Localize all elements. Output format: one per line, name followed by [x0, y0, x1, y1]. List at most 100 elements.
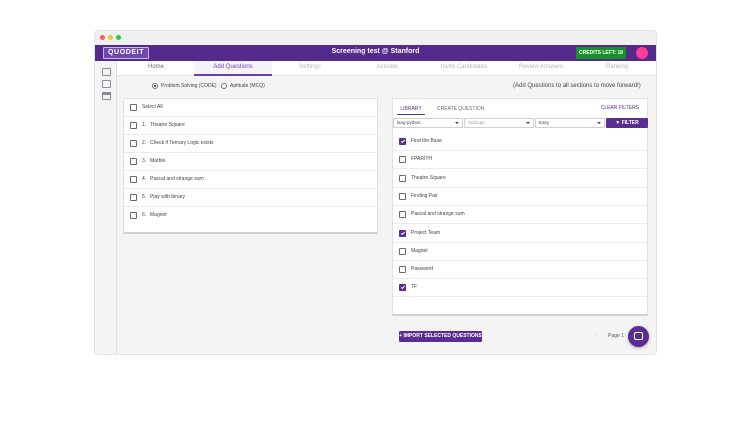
- tab-home[interactable]: Home: [117, 61, 195, 76]
- item-checkbox[interactable]: [130, 212, 137, 219]
- tab-create-question[interactable]: CREATE QUESTION: [437, 103, 484, 115]
- item-checkbox[interactable]: [130, 140, 137, 147]
- sidebar: [95, 61, 117, 354]
- list-item: 1. Theatre Square: [124, 117, 377, 135]
- maximize-window-icon[interactable]: [116, 35, 121, 40]
- library-list-item: Magnet: [393, 243, 647, 261]
- library-icon[interactable]: [102, 80, 111, 88]
- library-item-title: Magnet: [411, 247, 428, 254]
- library-item-title: Pascal and strange sum: [411, 211, 465, 218]
- item-checkbox[interactable]: [130, 194, 137, 201]
- item-checkbox[interactable]: [130, 158, 137, 165]
- filter-button[interactable]: ▼ FILTER: [606, 118, 648, 128]
- library-item-title: Project Team: [411, 229, 441, 236]
- chat-icon: [634, 332, 643, 340]
- item-number: 4.: [142, 176, 147, 182]
- item-number: 6.: [142, 212, 147, 218]
- radio-aptitude[interactable]: [221, 83, 227, 89]
- filter-icon: ▼: [615, 120, 621, 126]
- library-item-checkbox[interactable]: [399, 174, 406, 182]
- chevron-down-icon: [597, 122, 601, 124]
- subtopic-select-placeholder: Subtopic: [468, 120, 486, 125]
- library-list-item: Pascal and strange sum: [393, 206, 647, 225]
- close-window-icon[interactable]: [100, 35, 105, 40]
- library-item-checkbox[interactable]: [399, 284, 406, 292]
- difficulty-select-value: Easy: [539, 120, 550, 125]
- radio-aptitude-label: Aptitude (MCQ): [230, 83, 265, 89]
- select-all-label: Select All: [142, 104, 163, 110]
- chevron-down-icon: [455, 122, 459, 124]
- minimize-window-icon[interactable]: [108, 35, 113, 40]
- library-item-checkbox[interactable]: [399, 229, 406, 237]
- item-title: Check if Ternary Logic exists: [150, 140, 214, 146]
- library-item-title: Find the Base: [411, 138, 442, 144]
- library-item-title: Password: [411, 266, 433, 273]
- item-number: 3.: [142, 158, 147, 164]
- library-item-title: Finding Pair: [411, 192, 438, 199]
- library-panel: LIBRARY CREATE QUESTION CLEAR FILTERS la…: [392, 98, 648, 342]
- add-icon: +: [399, 333, 403, 339]
- item-title: Magnet: [150, 212, 167, 218]
- list-item: 2. Check if Ternary Logic exists: [124, 135, 377, 153]
- selected-questions-panel: Select All 1. Theatre Square 2. Check if…: [123, 98, 378, 234]
- library-item-checkbox[interactable]: [399, 138, 406, 145]
- tab-add-questions[interactable]: Add Questions: [194, 61, 272, 76]
- library-item-title: Theatre Square: [411, 174, 446, 181]
- item-number: 5.: [142, 194, 147, 200]
- tab-invite-candidates[interactable]: Invite Candidates: [425, 61, 503, 76]
- library-list-item: TF: [393, 279, 647, 298]
- app-header: QUODEIT Screening test @ Stanford CREDIT…: [95, 45, 656, 61]
- page-indicator: Page 1: [608, 333, 624, 339]
- library-list-item: Find the Base: [393, 133, 647, 151]
- item-title: Marble: [150, 158, 166, 164]
- credits-badge: CREDITS LEFT: 18: [576, 47, 626, 59]
- library-item-checkbox[interactable]: [399, 247, 406, 255]
- tab-settings[interactable]: Settings: [271, 61, 349, 76]
- item-number: 1.: [142, 122, 147, 128]
- tab-review-answers[interactable]: Review Answers: [502, 61, 580, 76]
- list-item: 3. Marble: [124, 153, 377, 171]
- import-selected-label: IMPORT SELECTED QUESTIONS: [403, 333, 482, 339]
- item-checkbox[interactable]: [130, 122, 137, 129]
- app-window: QUODEIT Screening test @ Stanford CREDIT…: [95, 31, 656, 354]
- tab-bar: Home Add Questions Settings Activate Inv…: [117, 61, 656, 76]
- item-title: Play with binary: [150, 194, 186, 200]
- tab-library[interactable]: LIBRARY: [397, 103, 425, 115]
- library-list-item: Theatre Square: [393, 170, 647, 188]
- library-item-checkbox[interactable]: [399, 192, 406, 200]
- language-select[interactable]: lang-python: [393, 118, 463, 128]
- prev-page-button[interactable]: ‹: [596, 333, 598, 339]
- subtopic-select[interactable]: Subtopic: [464, 118, 534, 128]
- select-all-checkbox[interactable]: [130, 104, 137, 111]
- window-titlebar: [95, 31, 656, 45]
- library-list-item: Project Team: [393, 225, 647, 243]
- page-title: Screening test @ Stanford: [331, 48, 420, 55]
- chat-launcher-button[interactable]: [628, 326, 649, 347]
- filter-button-label: FILTER: [621, 120, 639, 126]
- library-item-title: FPARITH: [411, 156, 433, 163]
- library-list-item: FPARITH: [393, 151, 647, 170]
- avatar[interactable]: [636, 47, 648, 59]
- item-checkbox[interactable]: [130, 176, 137, 183]
- library-item-checkbox[interactable]: [399, 266, 406, 274]
- library-list-item: Finding Pair: [393, 188, 647, 206]
- list-item: 5. Play with binary: [124, 189, 377, 207]
- library-item-title: TF: [411, 284, 418, 291]
- library-list-item: Password: [393, 261, 647, 280]
- radio-problem-solving-label: Problem Solving (CODE): [161, 83, 217, 89]
- library-item-checkbox[interactable]: [399, 211, 406, 219]
- import-selected-button[interactable]: + IMPORT SELECTED QUESTIONS: [399, 331, 482, 342]
- item-title: Pascal and strange sum: [150, 176, 204, 182]
- difficulty-select[interactable]: Easy: [535, 118, 605, 128]
- hint-text: (Add Questions to all sections to move f…: [513, 83, 641, 89]
- tab-ranking[interactable]: Ranking: [578, 61, 656, 76]
- list-item: 4. Pascal and strange sum: [124, 171, 377, 189]
- tab-activate[interactable]: Activate: [348, 61, 426, 76]
- item-number: 2.: [142, 140, 147, 146]
- radio-problem-solving[interactable]: [152, 83, 158, 89]
- document-icon[interactable]: [102, 68, 111, 76]
- clear-filters-link[interactable]: CLEAR FILTERS: [601, 105, 639, 111]
- card-icon[interactable]: [102, 92, 111, 100]
- chevron-down-icon: [526, 122, 530, 124]
- library-item-checkbox[interactable]: [399, 156, 406, 164]
